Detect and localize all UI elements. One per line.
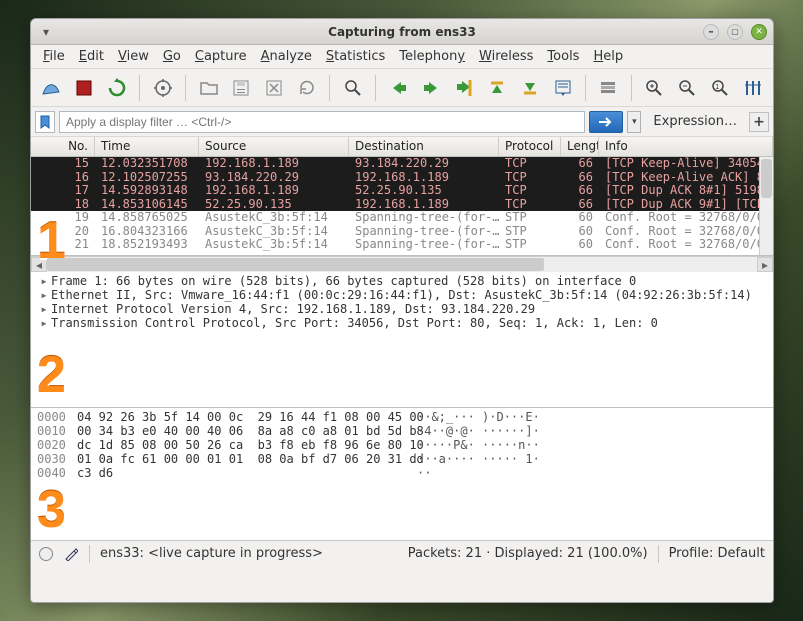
menu-help[interactable]: Help	[587, 47, 629, 66]
packet-row[interactable]: 2118.852193493AsustekC_3b:5f:14Spanning-…	[31, 238, 773, 252]
col-destination[interactable]: Destination	[349, 137, 499, 156]
close-file-button[interactable]	[260, 73, 289, 103]
go-back-button[interactable]	[384, 73, 413, 103]
expand-icon[interactable]: ▸	[37, 274, 51, 288]
menu-tools[interactable]: Tools	[541, 47, 585, 66]
resize-columns-button[interactable]	[738, 73, 767, 103]
menu-capture[interactable]: Capture	[189, 47, 253, 66]
packet-row[interactable]: 1814.85310614552.25.90.135192.168.1.189T…	[31, 198, 773, 212]
packet-row[interactable]: 2016.804323166AsustekC_3b:5f:14Spanning-…	[31, 225, 773, 239]
expand-icon[interactable]: ▸	[37, 316, 51, 330]
capture-options-button[interactable]	[148, 73, 177, 103]
hex-row[interactable]: 0040c3 d6··	[31, 466, 773, 480]
col-length[interactable]: Length	[561, 137, 599, 156]
packet-row[interactable]: 1612.10250725593.184.220.29192.168.1.189…	[31, 171, 773, 185]
zoom-reset-button[interactable]: 1	[705, 73, 734, 103]
display-filter-input[interactable]	[59, 111, 585, 133]
find-button[interactable]	[338, 73, 367, 103]
close-button[interactable]	[751, 24, 767, 40]
menu-view[interactable]: View	[112, 47, 155, 66]
go-last-button[interactable]	[515, 73, 544, 103]
save-file-button[interactable]	[227, 73, 256, 103]
packet-row[interactable]: 1914.858765025AsustekC_3b:5f:14Spanning-…	[31, 211, 773, 225]
wireshark-window: ▾ Capturing from ens33 File Edit View Go…	[30, 18, 774, 603]
apply-filter-button[interactable]	[589, 111, 623, 133]
edit-capture-comment-icon[interactable]	[63, 546, 79, 562]
menu-statistics[interactable]: Statistics	[320, 47, 391, 66]
window-title: Capturing from ens33	[31, 25, 773, 39]
packet-bytes-pane[interactable]: 000004 92 26 3b 5f 14 00 0c 29 16 44 f1 …	[31, 408, 773, 540]
packet-row[interactable]: 1714.592893148192.168.1.18952.25.90.135T…	[31, 184, 773, 198]
go-first-button[interactable]	[483, 73, 512, 103]
packet-list-hscroll[interactable]: ◂ ▸	[31, 256, 773, 272]
packet-list-header[interactable]: No. Time Source Destination Protocol Len…	[31, 137, 773, 157]
status-interface: ens33: <live capture in progress>	[100, 546, 323, 561]
detail-row[interactable]: ▸Ethernet II, Src: Vmware_16:44:f1 (00:0…	[31, 288, 773, 302]
hscroll-right-icon[interactable]: ▸	[757, 257, 773, 272]
toolbar: 1	[31, 69, 773, 107]
go-to-packet-button[interactable]	[450, 73, 479, 103]
bookmark-filter-icon[interactable]	[35, 111, 55, 133]
go-forward-button[interactable]	[417, 73, 446, 103]
annotation-3: 3	[37, 480, 66, 540]
colorize-button[interactable]	[594, 73, 623, 103]
filter-history-dropdown[interactable]: ▾	[627, 111, 641, 133]
hex-row[interactable]: 001000 34 b3 e0 40 00 40 06 8a a8 c0 a8 …	[31, 424, 773, 438]
status-profile[interactable]: Profile: Default	[669, 546, 765, 561]
detail-row[interactable]: ▸Frame 1: 66 bytes on wire (528 bits), 6…	[31, 274, 773, 288]
detail-row[interactable]: ▸Internet Protocol Version 4, Src: 192.1…	[31, 302, 773, 316]
menubar: File Edit View Go Capture Analyze Statis…	[31, 45, 773, 69]
annotation-2: 2	[37, 345, 66, 405]
minimize-button[interactable]	[703, 24, 719, 40]
col-time[interactable]: Time	[95, 137, 199, 156]
statusbar: ens33: <live capture in progress> Packet…	[31, 540, 773, 566]
status-packet-counts: Packets: 21 · Displayed: 21 (100.0%)	[408, 546, 648, 561]
hex-row[interactable]: 0020dc 1d 85 08 00 50 26 ca b3 f8 eb f8 …	[31, 438, 773, 452]
menu-wireless[interactable]: Wireless	[473, 47, 539, 66]
packet-details-pane[interactable]: ▸Frame 1: 66 bytes on wire (528 bits), 6…	[31, 272, 773, 408]
menu-file[interactable]: File	[37, 47, 71, 66]
packet-list-pane: No. Time Source Destination Protocol Len…	[31, 137, 773, 256]
open-file-button[interactable]	[194, 73, 223, 103]
svg-text:1: 1	[715, 83, 719, 91]
expert-info-icon[interactable]	[39, 547, 53, 561]
packet-list-vscroll[interactable]	[759, 157, 773, 255]
shark-fin-icon[interactable]	[37, 73, 66, 103]
add-filter-button[interactable]: +	[749, 112, 769, 132]
packet-row[interactable]: 1512.032351708192.168.1.18993.184.220.29…	[31, 157, 773, 171]
menu-edit[interactable]: Edit	[73, 47, 110, 66]
menu-analyze[interactable]: Analyze	[255, 47, 318, 66]
zoom-out-button[interactable]	[673, 73, 702, 103]
filter-bar: ▾ Expression… +	[31, 107, 773, 137]
col-no[interactable]: No.	[31, 137, 95, 156]
maximize-button[interactable]	[727, 24, 743, 40]
hex-row[interactable]: 003001 0a fc 61 00 00 01 01 08 0a bf d7 …	[31, 452, 773, 466]
restart-capture-button[interactable]	[103, 73, 132, 103]
auto-scroll-button[interactable]	[548, 73, 577, 103]
menu-telephony[interactable]: Telephony	[393, 47, 471, 66]
col-protocol[interactable]: Protocol	[499, 137, 561, 156]
menu-go[interactable]: Go	[157, 47, 187, 66]
expression-button[interactable]: Expression…	[645, 112, 745, 131]
zoom-in-button[interactable]	[640, 73, 669, 103]
col-info[interactable]: Info	[599, 137, 773, 156]
col-source[interactable]: Source	[199, 137, 349, 156]
expand-icon[interactable]: ▸	[37, 302, 51, 316]
hex-row[interactable]: 000004 92 26 3b 5f 14 00 0c 29 16 44 f1 …	[31, 410, 773, 424]
detail-row[interactable]: ▸Transmission Control Protocol, Src Port…	[31, 316, 773, 330]
reload-button[interactable]	[293, 73, 322, 103]
expand-icon[interactable]: ▸	[37, 288, 51, 302]
titlebar[interactable]: ▾ Capturing from ens33	[31, 19, 773, 45]
stop-capture-button[interactable]	[70, 73, 99, 103]
